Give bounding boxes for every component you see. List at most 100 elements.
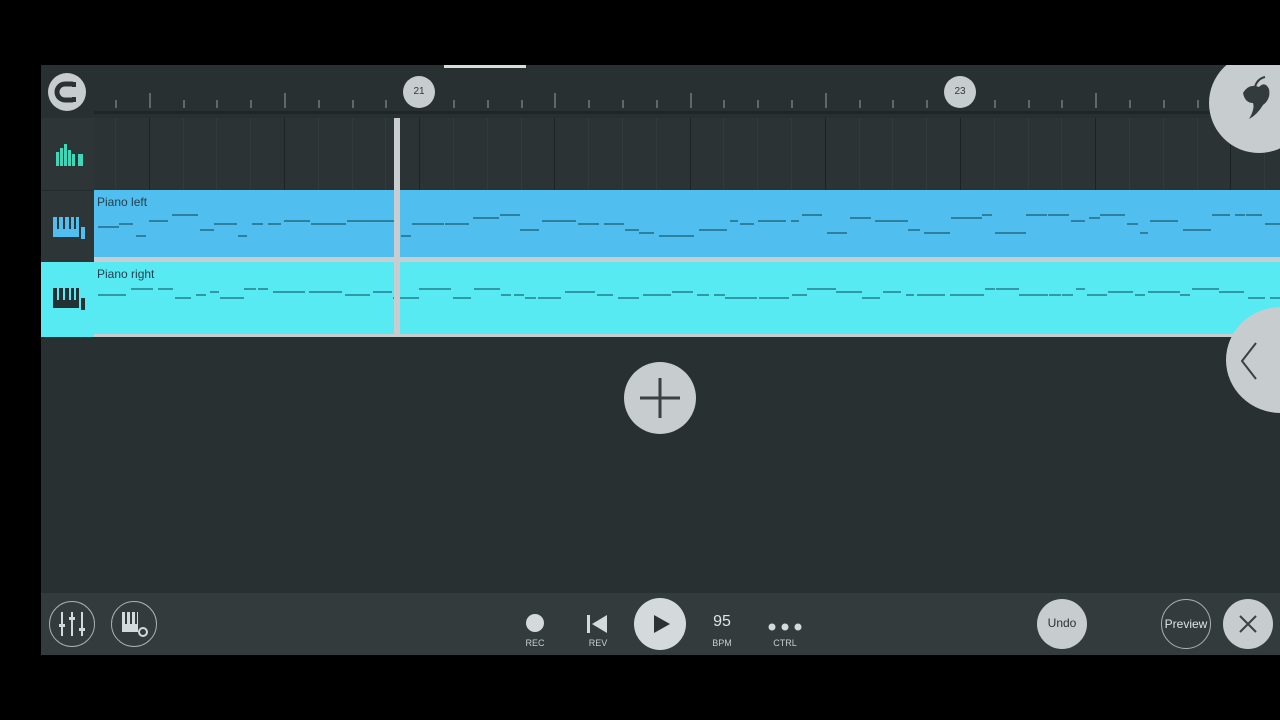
ruler-tick (486, 100, 489, 108)
midi-note (906, 294, 914, 296)
grid-line (1095, 118, 1097, 190)
midi-note (210, 291, 219, 293)
playhead[interactable] (394, 118, 400, 337)
ruler-tick (993, 100, 996, 108)
ruler-tick (1129, 100, 1131, 108)
play-button[interactable] (634, 598, 686, 650)
ruler-tick (385, 100, 388, 108)
add-track-button[interactable] (624, 362, 696, 434)
midi-note (538, 297, 561, 299)
midi-note (1100, 214, 1125, 216)
bar-marker-23[interactable]: 23 (944, 76, 976, 108)
midi-note (445, 223, 469, 225)
midi-note (119, 223, 133, 225)
midi-note (995, 232, 1026, 234)
grid-line (622, 118, 623, 190)
midi-note (1180, 294, 1190, 296)
preview-button[interactable]: Preview (1161, 599, 1211, 649)
bar-marker-21[interactable]: 21 (403, 76, 435, 108)
ctrl-label: CTRL (773, 638, 797, 648)
midi-note (802, 214, 822, 216)
midi-note (200, 229, 214, 231)
ruler-tick (1061, 100, 1064, 108)
midi-note (597, 294, 613, 296)
piano-settings-button[interactable] (111, 601, 157, 647)
bpm-value[interactable]: 95 (702, 613, 742, 631)
midi-note (578, 223, 599, 225)
midi-note (401, 235, 411, 237)
track-icon-cell-piano-right[interactable] (41, 262, 94, 337)
midi-note (714, 294, 725, 296)
midi-note (1235, 214, 1245, 216)
midi-note (659, 235, 694, 237)
master-track-icon-cell[interactable] (41, 118, 94, 190)
midi-note (501, 294, 511, 296)
midi-note (1212, 214, 1230, 216)
scroll-indicator[interactable] (444, 65, 526, 68)
midi-note (347, 220, 370, 222)
midi-note (699, 229, 727, 231)
undo-button[interactable]: Undo (1037, 599, 1087, 649)
grid-line (554, 118, 556, 190)
rewind-button[interactable] (586, 614, 610, 639)
mixer-icon (59, 612, 85, 636)
midi-note (158, 288, 173, 290)
midi-note (520, 229, 539, 231)
midi-note (1148, 291, 1161, 293)
record-button[interactable] (526, 614, 544, 632)
track-icon-cell-piano-left[interactable] (41, 190, 94, 263)
ruler-tick (723, 100, 726, 108)
mixer-button[interactable] (49, 601, 95, 647)
track-bottom-border (94, 334, 1280, 337)
track-piano-left[interactable]: Piano left (94, 190, 1280, 257)
grid-line (960, 118, 961, 190)
midi-note (875, 220, 908, 222)
midi-note (758, 220, 786, 222)
grid-line (216, 118, 218, 190)
midi-note (1135, 294, 1145, 296)
midi-note (917, 294, 945, 296)
grid-line (317, 118, 319, 190)
midi-note (500, 214, 520, 216)
grid-line (385, 118, 387, 190)
ctrl-button[interactable] (768, 619, 802, 637)
midi-note (791, 220, 799, 222)
track-label: Piano left (97, 195, 148, 209)
midi-note (1076, 288, 1085, 290)
midi-note (792, 294, 807, 296)
midi-note (98, 294, 126, 296)
grid-line (520, 118, 522, 190)
ruler-tick (284, 93, 286, 108)
grid-line (182, 118, 184, 190)
snap-magnet-button[interactable] (48, 73, 86, 111)
ruler-tick (588, 100, 591, 108)
midi-note (725, 297, 757, 299)
piano-settings-icon (122, 612, 148, 637)
midi-note (238, 235, 247, 237)
midi-note (1270, 297, 1280, 299)
grid-line (1196, 118, 1198, 190)
midi-note (1108, 291, 1133, 293)
piano-icon (53, 288, 85, 310)
close-icon (1239, 615, 1257, 633)
grid-line (858, 118, 860, 190)
timeline-ruler[interactable]: 21 23 (41, 65, 1280, 118)
grid-line (1061, 118, 1063, 190)
midi-note (136, 235, 146, 237)
midi-note (98, 226, 119, 228)
midi-note (730, 220, 738, 222)
bottom-toolbar: REC REV 95 BPM CTRL Undo Preview (41, 593, 1280, 655)
close-button[interactable] (1223, 599, 1273, 649)
ruler-tick (216, 100, 219, 108)
top-empty-track[interactable] (94, 118, 1280, 190)
bpm-label: BPM (712, 638, 732, 648)
midi-note (697, 294, 709, 296)
rewind-icon (587, 615, 607, 633)
track-piano-right[interactable]: Piano right (94, 262, 1280, 334)
midi-note (1127, 223, 1138, 225)
grid-line (148, 118, 150, 190)
grid-line (655, 118, 657, 190)
chevron-left-icon (1240, 342, 1257, 380)
ruler-tick (1196, 100, 1199, 108)
ruler-tick (182, 100, 185, 108)
